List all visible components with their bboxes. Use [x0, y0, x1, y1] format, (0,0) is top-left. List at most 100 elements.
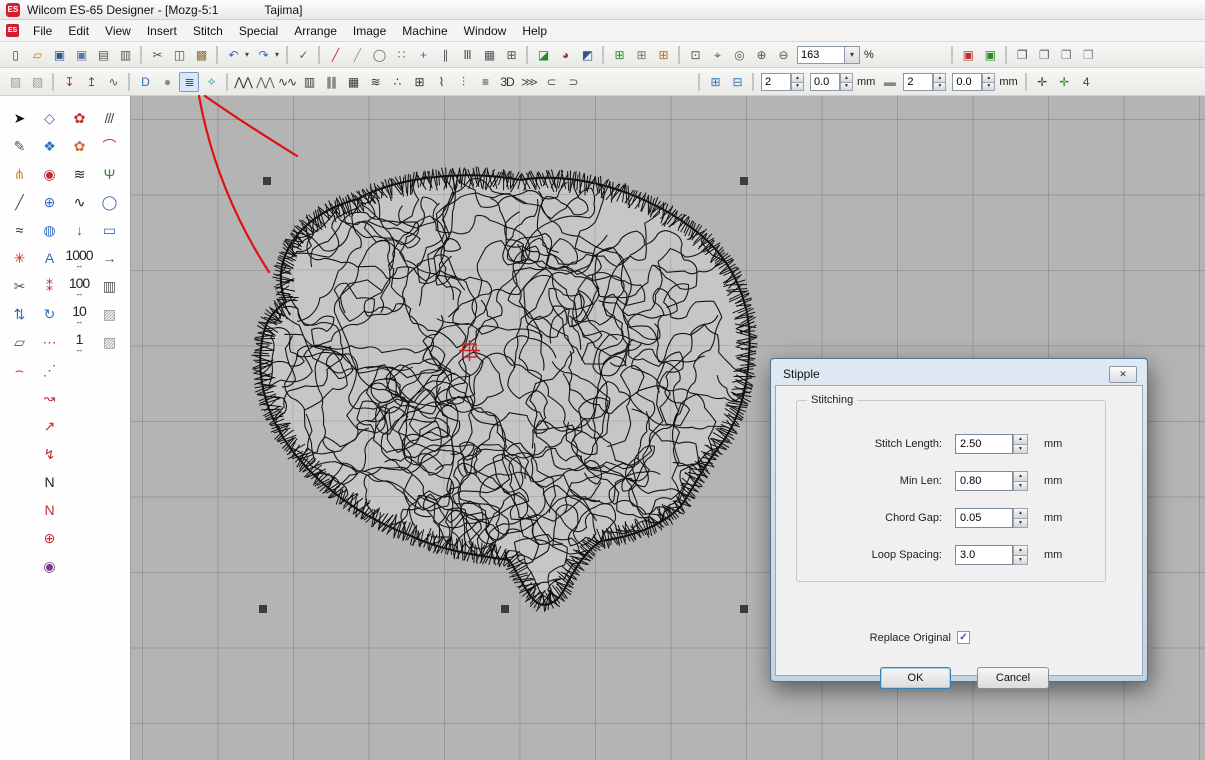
graph-line-icon[interactable]: ∿	[103, 72, 123, 92]
Insert[interactable]: Insert	[139, 22, 185, 40]
redo-icon[interactable]: ↷	[253, 45, 273, 65]
dot-icon[interactable]: ●	[157, 72, 177, 92]
thread-table-icon[interactable]: ⊞	[609, 45, 629, 65]
zoom-1to1-icon[interactable]: ◎	[729, 45, 749, 65]
open-icon[interactable]: ▱	[27, 45, 47, 65]
add-node-icon[interactable]: +	[413, 45, 433, 65]
spinner-down-icon[interactable]: ▼	[982, 82, 995, 91]
save-icon[interactable]: ▣	[49, 45, 69, 65]
target-tool-icon[interactable]: ◉	[34, 160, 64, 188]
field-input[interactable]	[955, 471, 1013, 491]
Window[interactable]: Window	[456, 22, 515, 40]
fringe-c-icon[interactable]: ∿∿	[277, 72, 297, 92]
select-tool-icon[interactable]: ➤	[4, 104, 34, 132]
flip-tool-icon[interactable]: ⇅	[4, 300, 34, 328]
spinner-down-icon[interactable]: ▼	[1013, 518, 1028, 528]
fringe-b-icon[interactable]: ⋀⋀	[255, 72, 275, 92]
ellipse-tool-icon[interactable]: ◯	[94, 188, 124, 216]
field-input[interactable]	[955, 434, 1013, 454]
cross-fill-icon[interactable]: ⊞	[409, 72, 429, 92]
spinner-up-icon[interactable]: ▲	[1013, 508, 1028, 518]
pattern-table-icon[interactable]: ⊞	[653, 45, 673, 65]
wave-tool-icon[interactable]: ≈	[4, 216, 34, 244]
spinner-up-icon[interactable]: ▲	[933, 73, 946, 82]
fringe-d-icon[interactable]: ⋙	[519, 72, 539, 92]
replace-original-checkbox[interactable]: ✓	[957, 631, 970, 644]
column-b-stitch-icon[interactable]: Ⅲ	[457, 45, 477, 65]
scissors-tool-icon[interactable]: ✂	[4, 272, 34, 300]
window-4-icon[interactable]: ❐	[1078, 45, 1098, 65]
move-design-icon[interactable]: ✛	[1032, 72, 1052, 92]
fine-lines-icon[interactable]: ∥∥	[321, 72, 341, 92]
undo-icon[interactable]: ↶	[223, 45, 243, 65]
spinner-down-icon[interactable]: ▼	[791, 82, 804, 91]
weave-table-icon[interactable]: ⊞	[631, 45, 651, 65]
save-as-icon[interactable]: ▣	[71, 45, 91, 65]
Help[interactable]: Help	[514, 22, 555, 40]
accept-icon[interactable]: ✓	[293, 45, 313, 65]
motif-fill-icon[interactable]: ∷	[391, 45, 411, 65]
spinner-input[interactable]	[761, 73, 791, 91]
zigzag-tool-icon[interactable]: ∿	[64, 188, 94, 216]
star-tool-icon[interactable]: ✳	[4, 244, 34, 272]
polygon-select-icon[interactable]: ◇	[34, 104, 64, 132]
spinner-down-icon[interactable]: ▼	[840, 82, 853, 91]
grid-fill-icon[interactable]: ⊞	[501, 45, 521, 65]
partial-icon[interactable]: 4	[1076, 72, 1096, 92]
window-3-icon[interactable]: ❐	[1056, 45, 1076, 65]
density-1-icon[interactable]: 1 ↔	[64, 328, 94, 356]
ok-button[interactable]: OK	[880, 667, 951, 689]
needle-point-icon[interactable]: ↧	[59, 72, 79, 92]
spinner-down-icon[interactable]: ▼	[1013, 481, 1028, 491]
target-red-tool-icon[interactable]: ⊕	[34, 524, 64, 552]
next-design-icon[interactable]: ▧	[27, 72, 47, 92]
cut-icon[interactable]: ✂	[147, 45, 167, 65]
branch-tool-icon[interactable]: Ψ	[94, 160, 124, 188]
coil-icon[interactable]: ⌇	[431, 72, 451, 92]
n-red-tool-icon[interactable]: N	[34, 496, 64, 524]
vertical-dots-icon[interactable]: ⫶	[453, 72, 473, 92]
zig-arrow-tool-icon[interactable]: ↝	[34, 384, 64, 412]
fringe-a-icon[interactable]: ⋀⋀	[233, 72, 253, 92]
zoom-box-icon[interactable]: ⊡	[685, 45, 705, 65]
grid-show-icon[interactable]: ⊞	[705, 72, 725, 92]
bolt-tool-icon[interactable]: ↯	[34, 440, 64, 468]
field-input[interactable]	[955, 508, 1013, 528]
arc-tool-icon[interactable]: ⌒	[94, 132, 124, 160]
dialog-title-bar[interactable]: Stipple ✕	[775, 363, 1143, 385]
transform-tool-icon[interactable]: ❖	[34, 132, 64, 160]
letter-d-icon[interactable]: D	[135, 72, 155, 92]
satin-stitch-icon[interactable]: ╱	[347, 45, 367, 65]
spacing-icon[interactable]: ▬	[879, 72, 899, 92]
design-red-icon[interactable]: ▣	[958, 45, 978, 65]
spinner-up-icon[interactable]: ▲	[791, 73, 804, 82]
new-icon[interactable]: ▯	[5, 45, 25, 65]
fusion-fill-icon[interactable]: ▦	[479, 45, 499, 65]
swatch-a-icon[interactable]: ▨	[94, 300, 124, 328]
spinner-down-icon[interactable]: ▼	[933, 82, 946, 91]
hatch-tool-icon[interactable]: ///	[94, 104, 124, 132]
window-1-icon[interactable]: ❐	[1012, 45, 1032, 65]
paste-icon[interactable]: ▩	[191, 45, 211, 65]
Arrange[interactable]: Arrange	[286, 22, 345, 40]
Edit[interactable]: Edit	[60, 22, 97, 40]
zoom-in-icon[interactable]: ⊕	[751, 45, 771, 65]
sphere-tool-icon[interactable]: ⊕	[34, 188, 64, 216]
print-icon[interactable]: ▤	[93, 45, 113, 65]
zoom-dropdown-icon[interactable]: ▾	[845, 46, 860, 64]
spinner-up-icon[interactable]: ▲	[982, 73, 995, 82]
Stitch[interactable]: Stitch	[185, 22, 231, 40]
run-stitch-icon[interactable]: ╱	[325, 45, 345, 65]
Special[interactable]: Special	[231, 22, 286, 40]
prev-design-icon[interactable]: ▨	[5, 72, 25, 92]
color-blend-icon[interactable]: ◕	[555, 45, 575, 65]
satin-lines-icon[interactable]: ▥	[299, 72, 319, 92]
spinner-down-icon[interactable]: ▼	[1013, 444, 1028, 454]
run-tool-icon[interactable]: →	[94, 244, 124, 272]
density-100-icon[interactable]: 100 ↔	[64, 272, 94, 300]
density-1000-icon[interactable]: 1000 ↔	[64, 244, 94, 272]
spinner-up-icon[interactable]: ▲	[840, 73, 853, 82]
spinner-input[interactable]	[810, 73, 840, 91]
View[interactable]: View	[97, 22, 139, 40]
stipple-list-icon[interactable]: ≣	[179, 72, 199, 92]
